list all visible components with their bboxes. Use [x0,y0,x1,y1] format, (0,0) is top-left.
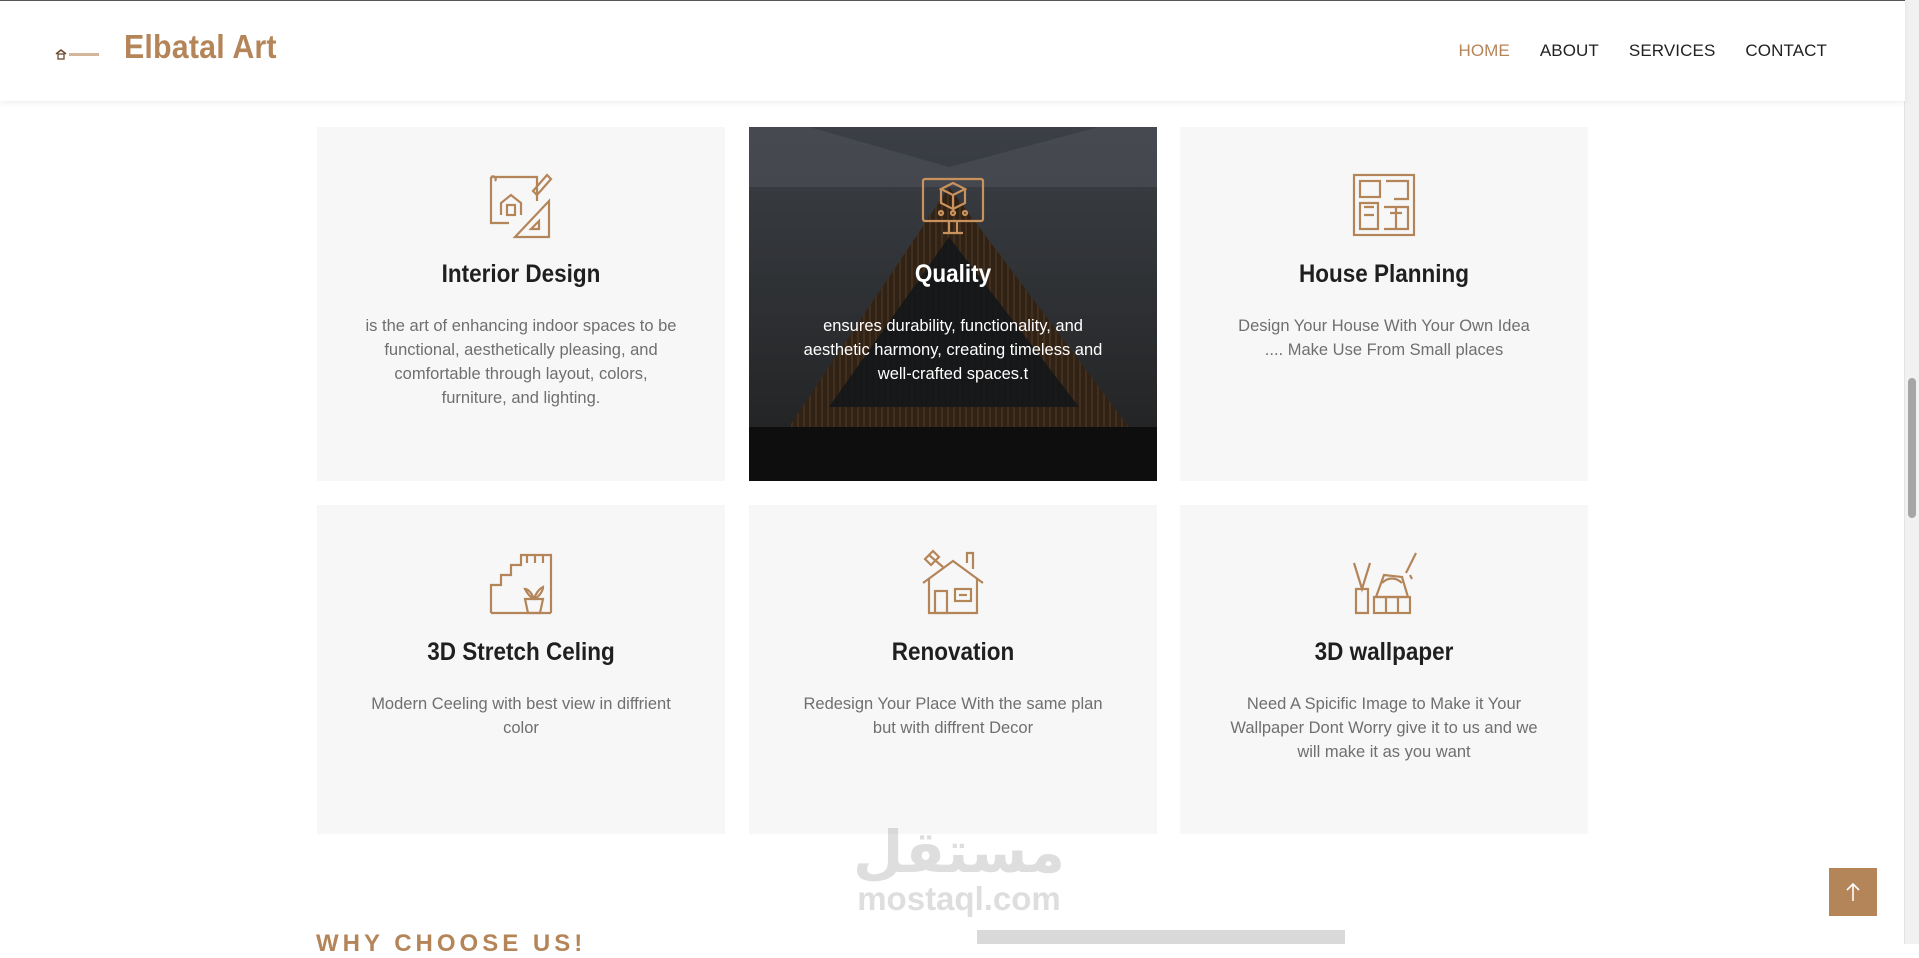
service-card-interior-design: Interior Design is the art of enhancing … [317,127,725,481]
nav-home[interactable]: HOME [1458,41,1509,61]
service-card-quality: Quality ensures durability, functionalit… [749,127,1157,481]
service-description: is the art of enhancing indoor spaces to… [365,317,677,407]
nav-about[interactable]: ABOUT [1540,41,1599,61]
service-title: 3D Stretch Celing [427,638,615,666]
brand-name[interactable]: Elbatal Art [124,28,277,66]
service-title: 3D wallpaper [1314,638,1454,666]
service-title: House Planning [1298,260,1470,288]
service-description: Redesign Your Place With the same plan b… [803,695,1103,737]
watermark-arabic: مستقل [852,818,1066,886]
service-title: Renovation [891,638,1015,666]
site-header: Elbatal Art HOME ABOUT SERVICES CONTACT [0,0,1905,101]
service-description: Need A Spicific Image to Make it Your Wa… [1230,695,1538,761]
floor-plan-icon [1352,173,1416,237]
service-title: Interior Design [441,260,601,288]
service-description: ensures durability, functionality, and a… [803,317,1103,383]
service-title: Quality [914,260,992,288]
main-nav: HOME ABOUT SERVICES CONTACT [1458,41,1827,61]
logo-image[interactable] [55,47,101,61]
service-card-renovation: Renovation Redesign Your Place With the … [749,505,1157,834]
arrow-up-icon [1846,882,1860,901]
section-heading: WHY CHOOSE US! [316,930,587,957]
blueprint-house-icon [489,173,553,239]
watermark-latin: mostaql.com [857,880,1061,917]
back-to-top-button[interactable] [1829,868,1877,916]
house-renovation-icon [922,549,984,615]
service-description: Design Your House With Your Own Idea ...… [1238,317,1530,359]
nav-contact[interactable]: CONTACT [1745,41,1827,61]
service-card-3d-stretch-celing: 3D Stretch Celing Modern Ceeling with be… [317,505,725,834]
stairs-plant-icon [489,553,553,615]
paint-tools-icon [1352,552,1417,615]
watermark: مستقل mostaql.com [842,822,1076,916]
service-description: Modern Ceeling with best view in diffrie… [371,695,671,737]
scrollbar[interactable] [1904,0,1919,944]
nav-services[interactable]: SERVICES [1629,41,1715,61]
scrollbar-thumb[interactable] [1908,378,1916,518]
section-image [977,930,1345,944]
3d-monitor-icon [921,177,985,235]
service-card-house-planning: House Planning Design Your House With Yo… [1180,127,1588,481]
service-card-3d-wallpaper: 3D wallpaper Need A Spicific Image to Ma… [1180,505,1588,834]
